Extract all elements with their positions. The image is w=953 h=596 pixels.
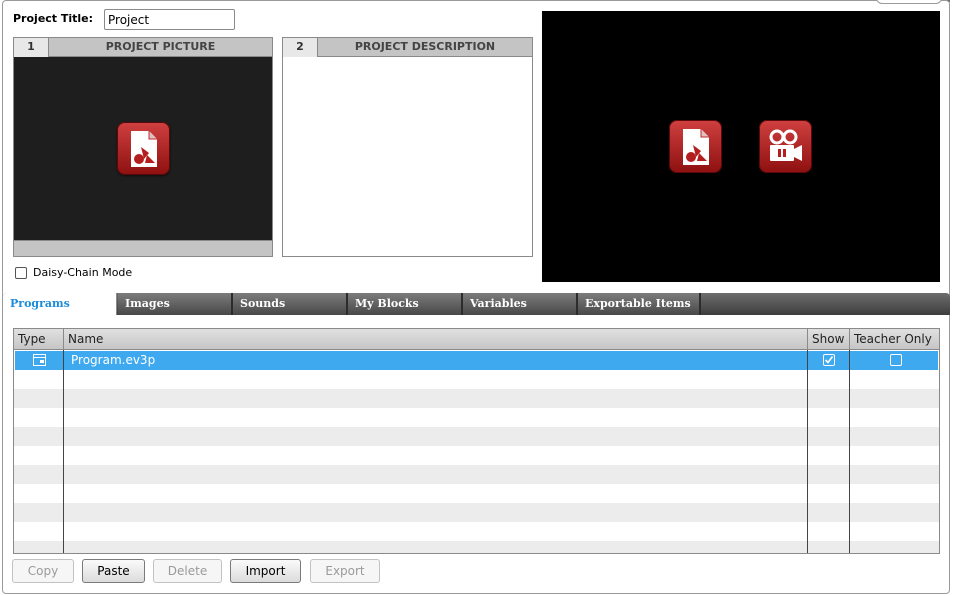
project-picture-area[interactable] bbox=[14, 57, 272, 240]
project-description-textarea[interactable] bbox=[283, 57, 532, 256]
delete-button[interactable]: Delete bbox=[153, 559, 222, 583]
column-divider bbox=[807, 350, 808, 553]
table-header: Type Name Show Teacher Only bbox=[14, 329, 939, 350]
table-row bbox=[14, 427, 939, 446]
paste-button[interactable]: Paste bbox=[82, 559, 145, 583]
daisy-chain-label: Daisy-Chain Mode bbox=[33, 266, 133, 279]
media-preview-area bbox=[542, 11, 940, 282]
column-divider bbox=[63, 350, 64, 553]
table-row bbox=[14, 465, 939, 484]
tab-variables[interactable]: Variables bbox=[463, 293, 578, 315]
project-title-label: Project Title: bbox=[13, 12, 94, 25]
export-button[interactable]: Export bbox=[310, 559, 380, 583]
tab-sounds[interactable]: Sounds bbox=[233, 293, 348, 315]
tab-images[interactable]: Images bbox=[118, 293, 233, 315]
daisy-chain-checkbox[interactable] bbox=[15, 266, 27, 279]
teacher-only-checkbox[interactable] bbox=[890, 354, 902, 366]
program-icon bbox=[33, 351, 47, 370]
project-description-header: 2 PROJECT DESCRIPTION bbox=[283, 38, 532, 57]
panel-title: PROJECT PICTURE bbox=[105, 40, 216, 53]
column-type[interactable]: Type bbox=[14, 329, 64, 350]
project-description-panel: 2 PROJECT DESCRIPTION bbox=[282, 37, 533, 257]
import-button[interactable]: Import bbox=[230, 559, 301, 583]
copy-button[interactable]: Copy bbox=[12, 559, 74, 583]
column-teacher-only[interactable]: Teacher Only bbox=[850, 329, 939, 350]
tab-my-blocks[interactable]: My Blocks bbox=[348, 293, 463, 315]
image-file-icon[interactable] bbox=[117, 122, 170, 175]
programs-table: Type Name Show Teacher Only Program.ev3p bbox=[13, 328, 940, 554]
top-tab-stub bbox=[876, 0, 942, 4]
column-name[interactable]: Name bbox=[64, 329, 808, 350]
tab-exportable-items[interactable]: Exportable Items bbox=[578, 293, 701, 315]
image-file-icon[interactable] bbox=[669, 120, 722, 173]
column-show[interactable]: Show bbox=[808, 329, 850, 350]
project-picture-header: 1 PROJECT PICTURE bbox=[14, 38, 272, 57]
panel-number: 1 bbox=[14, 38, 49, 57]
program-name[interactable]: Program.ev3p bbox=[71, 351, 155, 370]
project-picture-panel: 1 PROJECT PICTURE bbox=[13, 37, 273, 257]
column-divider bbox=[849, 350, 850, 553]
tab-programs[interactable]: Programs bbox=[3, 293, 117, 315]
project-picture-footer bbox=[14, 240, 272, 256]
table-row bbox=[14, 389, 939, 408]
show-checkbox[interactable] bbox=[823, 354, 835, 366]
daisy-chain-option[interactable]: Daisy-Chain Mode bbox=[15, 266, 132, 279]
video-camera-icon[interactable] bbox=[759, 120, 812, 173]
table-row bbox=[14, 503, 939, 522]
panel-number: 2 bbox=[283, 38, 318, 57]
table-row bbox=[14, 541, 939, 553]
project-title-input[interactable] bbox=[104, 9, 235, 30]
panel-title: PROJECT DESCRIPTION bbox=[354, 40, 496, 53]
